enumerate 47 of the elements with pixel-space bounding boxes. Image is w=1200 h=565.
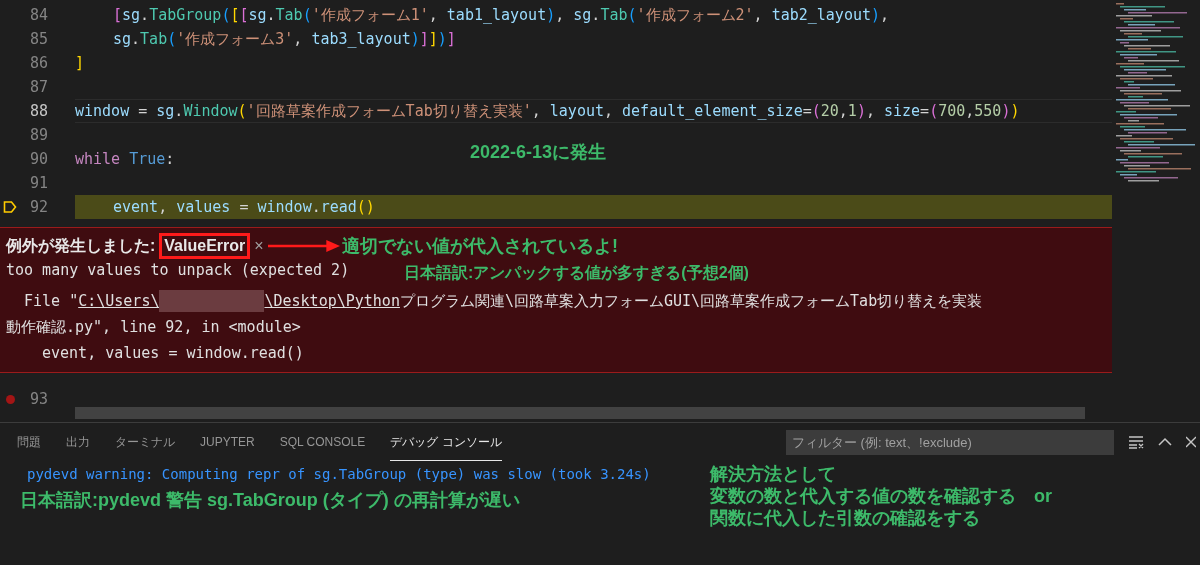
line-number: 93 — [28, 388, 48, 410]
panel-tab[interactable]: 出力 — [66, 423, 90, 461]
code-line: [sg.TabGroup([[sg.Tab('作成フォーム1', tab1_layout), sg.Tab('作成フォーム2', tab2_layout), — [113, 4, 890, 26]
console-output: pydevd warning: Computing repr of sg.TabGroup (type) was slow (took 3.24s) — [27, 465, 651, 484]
code-line: ] — [75, 52, 85, 74]
line-number: 90 — [28, 148, 48, 170]
line-number: 84 — [28, 4, 48, 26]
line-number: 87 — [28, 76, 48, 98]
filter-field[interactable]: フィルター (例: text、!exclude) — [786, 429, 1114, 455]
panel-tab[interactable]: SQL CONSOLE — [279, 423, 366, 461]
line-number: 85 — [28, 28, 48, 50]
clear-console-icon[interactable] — [1128, 435, 1144, 449]
line-number: 91 — [28, 172, 48, 194]
annotation-text: 変数の数と代入する値の数を確認する or — [710, 485, 1052, 507]
code-line: while True: — [75, 148, 175, 170]
traceback-text: 動作確認.py", line 92, in <module> — [6, 317, 301, 338]
exception-title: 例外が発生しました: — [6, 236, 156, 256]
panel-tab[interactable]: JUPYTER — [200, 423, 255, 461]
code-line: window = sg.Window('回路草案作成フォームTab切り替え実装', layout, default_element_size=(20,1), size=(700,550)) — [75, 100, 1020, 122]
debug-pointer-icon[interactable] — [3, 200, 17, 214]
traceback-text: プログラム関連\回路草案入力フォームGUI\回路草案作成フォームTab切り替えを実装 — [399, 290, 983, 312]
annotation-text: 日本語訳:アンパックする値が多すぎる(予想2個) — [404, 263, 749, 283]
annotation-text: 2022-6-13に発生 — [470, 141, 607, 164]
code-line: event, values = window.read() — [113, 196, 375, 218]
annotation-text: 関数に代入した引数の確認をする — [710, 507, 981, 529]
annotation-text: 日本語訳:pydevd 警告 sg.TabGroup (タイプ) の再計算が遅い — [20, 489, 520, 512]
file-link[interactable]: \Desktop\Python — [264, 289, 400, 313]
close-icon[interactable] — [1186, 436, 1196, 448]
chevron-up-icon[interactable] — [1158, 437, 1172, 447]
error-message: too many values to unpack (expected 2) — [6, 260, 350, 281]
error-name: ValueError — [159, 233, 251, 259]
arrow — [268, 238, 340, 254]
code-line: sg.Tab('作成フォーム3', tab3_layout)]])] — [113, 28, 456, 50]
annotation-text: 適切でない値が代入されているよ! — [342, 235, 618, 258]
close-button[interactable]: × — [254, 234, 264, 258]
line-number: 89 — [28, 124, 48, 146]
line-number: 86 — [28, 52, 48, 74]
panel-tab[interactable]: 問題 — [17, 423, 41, 461]
annotation-text: 解決方法として — [710, 463, 837, 485]
panel-tab[interactable]: デバッグ コンソール — [390, 423, 502, 461]
line-number: 88 — [28, 100, 48, 122]
panel-tab[interactable]: ターミナル — [115, 423, 175, 461]
line-number: 92 — [28, 196, 48, 218]
file-link[interactable]: C:\Users\ — [78, 289, 160, 313]
traceback-text: File " — [24, 290, 79, 312]
traceback-text: event, values = window.read() — [42, 343, 304, 364]
horizontal-scrollbar[interactable] — [75, 407, 1085, 419]
